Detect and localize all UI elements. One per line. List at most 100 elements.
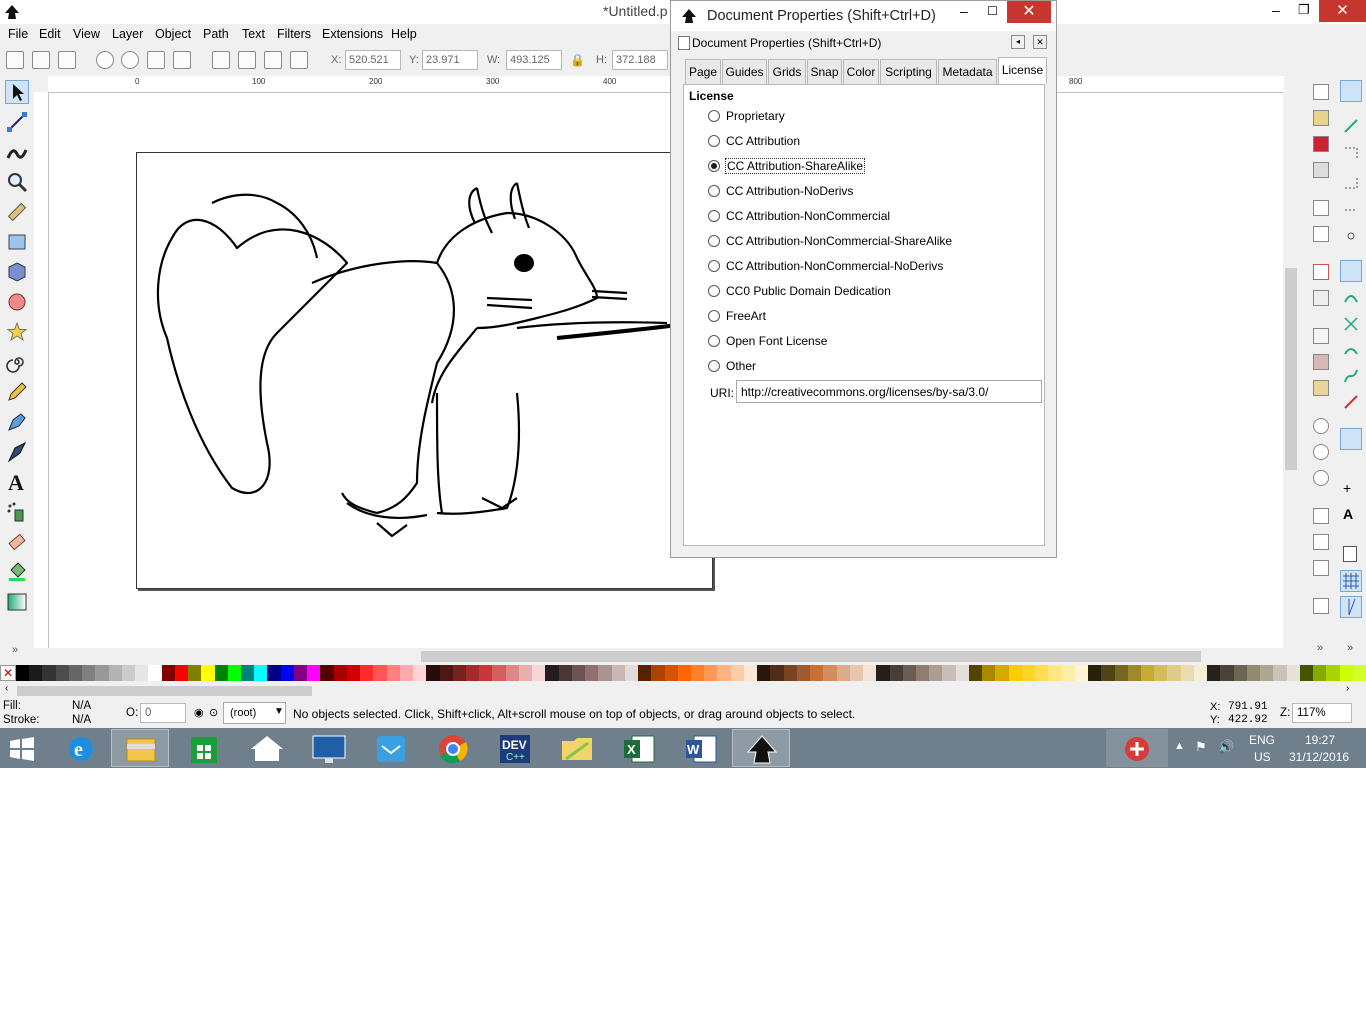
color-swatch[interactable] — [691, 665, 705, 681]
color-swatch[interactable] — [161, 665, 176, 681]
color-swatch[interactable] — [863, 665, 878, 681]
layer-visibility-icon[interactable]: ◉ — [194, 706, 204, 719]
color-swatch[interactable] — [399, 665, 414, 681]
radio-button[interactable] — [708, 335, 720, 347]
color-swatch[interactable] — [1326, 665, 1341, 681]
menu-extensions[interactable]: Extensions — [322, 27, 383, 41]
paint-bucket-tool-icon[interactable] — [5, 560, 29, 584]
minimize-icon[interactable]: – — [1272, 2, 1280, 18]
taskbar-word[interactable]: W — [672, 729, 730, 767]
color-swatch[interactable] — [135, 665, 150, 681]
lower-icon[interactable] — [238, 51, 256, 69]
opacity-field[interactable]: 0 — [140, 703, 186, 723]
color-swatch[interactable] — [1114, 665, 1129, 681]
color-swatch[interactable] — [1299, 665, 1314, 681]
snap-page-border-icon[interactable] — [1343, 546, 1357, 562]
color-swatch[interactable] — [214, 665, 229, 681]
taskbar-dev-cpp[interactable]: DEV C++ — [486, 729, 544, 767]
ellipse-tool-icon[interactable] — [5, 290, 29, 314]
copy-icon[interactable] — [1313, 328, 1329, 344]
taskbar-pinned-app[interactable] — [1106, 729, 1168, 767]
color-swatch[interactable] — [1061, 665, 1076, 681]
snap-bbox-center-icon[interactable] — [1343, 228, 1359, 244]
cut-icon[interactable] — [1313, 354, 1329, 370]
snap-guide-icon[interactable] — [1340, 596, 1362, 618]
color-swatch[interactable] — [1220, 665, 1235, 681]
snap-cusp-nodes-icon[interactable] — [1343, 342, 1359, 358]
snap-grid-icon[interactable] — [1340, 570, 1362, 592]
snap-bbox-midpoint-icon[interactable] — [1343, 202, 1359, 218]
tab-color[interactable]: Color — [843, 59, 879, 84]
dialog-close-button[interactable]: ✕ — [1007, 1, 1051, 23]
color-swatch[interactable] — [598, 665, 613, 681]
color-swatch[interactable] — [532, 665, 547, 681]
color-swatch[interactable] — [201, 665, 216, 681]
color-swatch[interactable] — [1048, 665, 1063, 681]
color-swatch[interactable] — [1260, 665, 1275, 681]
tab-license[interactable]: License — [998, 57, 1047, 84]
fill-value[interactable]: N/A — [72, 700, 91, 712]
color-swatch[interactable] — [1167, 665, 1182, 681]
taskbar-inkscape[interactable] — [732, 729, 790, 767]
snap-expand-icon[interactable]: » — [1347, 642, 1353, 654]
color-swatch[interactable] — [241, 665, 255, 681]
color-swatch[interactable] — [68, 665, 83, 681]
spiral-tool-icon[interactable] — [5, 350, 29, 374]
pencil-tool-icon[interactable] — [5, 380, 29, 404]
snap-to-paths-icon[interactable] — [1343, 290, 1359, 306]
3d-box-tool-icon[interactable] — [5, 260, 29, 284]
x-field[interactable]: 520.521 — [345, 50, 401, 70]
horizontal-scrollbar[interactable] — [49, 648, 1283, 664]
color-swatch[interactable] — [664, 665, 679, 681]
zoom-tool-icon[interactable] — [5, 170, 29, 194]
flip-vertical-icon[interactable] — [173, 51, 191, 69]
flip-horizontal-icon[interactable] — [147, 51, 165, 69]
star-tool-icon[interactable] — [5, 320, 29, 344]
horizontal-scroll-thumb[interactable] — [421, 651, 1201, 662]
y-field[interactable]: 23.971 — [422, 50, 478, 70]
menu-help[interactable]: Help — [391, 27, 417, 41]
color-swatch[interactable] — [1127, 665, 1142, 681]
zoom-field[interactable]: 117% — [1292, 703, 1352, 723]
color-swatch[interactable] — [982, 665, 997, 681]
taskbar-lenovo[interactable] — [300, 729, 358, 767]
raise-icon[interactable] — [264, 51, 282, 69]
palette-scrollbar[interactable]: ‹ › — [0, 683, 1366, 699]
dock-close-icon[interactable]: ✕ — [1033, 35, 1047, 49]
color-swatch[interactable] — [624, 665, 639, 681]
text-tool-icon[interactable]: A — [5, 470, 29, 495]
menu-text[interactable]: Text — [242, 27, 265, 41]
color-swatch[interactable] — [1339, 665, 1354, 681]
color-swatch[interactable] — [1207, 665, 1222, 681]
color-swatch[interactable] — [108, 665, 123, 681]
color-swatch[interactable] — [955, 665, 970, 681]
tab-snap[interactable]: Snap — [807, 59, 842, 84]
volume-icon[interactable]: 🔊 — [1218, 739, 1234, 755]
taskbar-internet-explorer[interactable]: e — [52, 729, 110, 767]
uri-input[interactable]: http://creativecommons.org/licenses/by-s… — [736, 380, 1042, 403]
snap-rotation-center-icon[interactable]: + — [1343, 480, 1359, 496]
color-swatch[interactable] — [1246, 665, 1261, 681]
start-button[interactable] — [8, 736, 36, 762]
redo-icon[interactable] — [1313, 290, 1329, 306]
color-swatch[interactable] — [585, 665, 600, 681]
radio-button[interactable] — [708, 185, 720, 197]
color-swatch[interactable] — [836, 665, 851, 681]
color-swatch[interactable] — [823, 665, 838, 681]
color-swatch[interactable] — [942, 665, 957, 681]
menu-filters[interactable]: Filters — [277, 27, 311, 41]
close-window-button[interactable]: ✕ — [1319, 0, 1366, 22]
clock-date[interactable]: 31/12/2016 — [1289, 750, 1349, 764]
color-swatch[interactable] — [1286, 665, 1301, 681]
gradient-tool-icon[interactable] — [5, 590, 29, 614]
radio-button[interactable] — [708, 285, 720, 297]
color-swatch[interactable] — [42, 665, 57, 681]
color-swatch[interactable] — [995, 665, 1010, 681]
zoom-selection-icon[interactable] — [1313, 418, 1329, 434]
show-hidden-icons[interactable]: ▲ — [1174, 740, 1185, 752]
zoom-page-icon[interactable] — [1313, 470, 1329, 486]
color-swatch[interactable] — [1021, 665, 1036, 681]
color-swatch[interactable] — [796, 665, 811, 681]
radio-button-selected[interactable] — [708, 160, 720, 172]
radio-button[interactable] — [708, 235, 720, 247]
